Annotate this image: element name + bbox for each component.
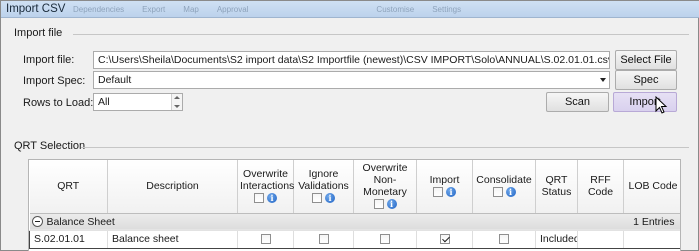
cell-qrt[interactable]: S.02.01.01	[29, 229, 108, 249]
spec-button[interactable]: Spec	[615, 70, 677, 90]
column-label: LOB Code	[628, 180, 678, 193]
column-label: Consolidate	[476, 174, 532, 187]
section-divider	[81, 147, 689, 148]
column-header-ignore-validations[interactable]: Ignore Validations i	[293, 160, 354, 214]
column-label: QRT	[57, 180, 80, 193]
bg-toolbar-item: Dependencies	[73, 5, 125, 14]
qrt-selection-section-label: QRT Selection	[14, 140, 86, 152]
import-file-path-input[interactable]: C:\Users\Sheila\Documents\S2 import data…	[93, 51, 610, 69]
column-label: Overwrite Interactions	[240, 168, 295, 193]
consolidate-checkbox[interactable]	[499, 234, 509, 245]
info-icon[interactable]: i	[386, 199, 397, 210]
select-file-button[interactable]: Select File	[615, 50, 677, 70]
cell-description[interactable]: Balance sheet	[107, 229, 238, 249]
import-file-label: Import file:	[23, 54, 75, 66]
info-icon[interactable]: i	[446, 187, 456, 198]
column-header-qrt[interactable]: QRT	[29, 160, 108, 214]
import-spec-label: Import Spec:	[23, 75, 86, 87]
spinner-icon[interactable]	[171, 94, 182, 110]
import-spec-dropdown[interactable]: Default	[93, 71, 610, 89]
info-icon[interactable]: i	[505, 187, 516, 198]
bg-toolbar-item: Customise	[376, 5, 415, 14]
column-header-overwrite-interactions[interactable]: Overwrite Interactions i	[237, 160, 295, 214]
group-name: Balance Sheet	[46, 215, 115, 228]
bg-toolbar-item: Export	[142, 5, 166, 14]
column-header-overwrite-non-monetary[interactable]: Overwrite Non-Monetary i	[353, 160, 417, 214]
group-row-balance-sheet[interactable]: Balance Sheet 1 Entries	[29, 213, 680, 231]
column-header-qrt-status[interactable]: QRT Status	[535, 160, 578, 214]
column-header-description[interactable]: Description	[107, 160, 238, 214]
rows-to-load-stepper[interactable]: All	[93, 93, 183, 111]
column-header-consolidate[interactable]: Consolidate i	[472, 160, 536, 214]
header-checkbox[interactable]	[492, 187, 503, 198]
window-title: Import CSV	[6, 3, 66, 15]
bg-toolbar-item: Settings	[432, 5, 462, 14]
header-checkbox[interactable]	[254, 193, 264, 204]
import-csv-window: Dependencies Export Map Approval Customi…	[0, 0, 699, 251]
chevron-down-icon[interactable]	[600, 78, 606, 82]
bg-toolbar-item: Map	[183, 5, 199, 14]
overwrite-non-monetary-checkbox[interactable]	[380, 234, 390, 245]
collapse-minus-icon[interactable]	[31, 216, 43, 228]
scan-button[interactable]: Scan	[546, 92, 609, 112]
column-label: RFF Code	[587, 174, 614, 199]
section-divider	[73, 34, 689, 35]
column-header-lob-code[interactable]: LOB Code	[623, 160, 680, 214]
cell-rff-code[interactable]	[577, 229, 624, 249]
column-label: Overwrite Non-Monetary	[362, 162, 408, 199]
rows-to-load-value: All	[98, 96, 110, 108]
info-icon[interactable]: i	[325, 193, 335, 204]
header-checkbox[interactable]	[373, 199, 384, 210]
rows-to-load-label: Rows to Load:	[23, 97, 94, 109]
overwrite-interactions-checkbox[interactable]	[260, 234, 271, 245]
cell-lob-code[interactable]	[623, 229, 680, 249]
column-label: QRT Status	[541, 174, 572, 199]
cell-qrt-status[interactable]: Included	[535, 229, 578, 249]
column-header-import[interactable]: Import i	[416, 160, 473, 214]
import-checkbox[interactable]	[439, 234, 450, 245]
column-label: Import	[429, 174, 460, 187]
qrt-grid: QRT Description Overwrite Interactions i…	[28, 159, 681, 251]
header-checkbox[interactable]	[433, 187, 443, 198]
group-entry-count: 1 Entries	[633, 215, 675, 228]
column-header-rff-code[interactable]: RFF Code	[577, 160, 624, 214]
column-label: Description	[146, 180, 199, 193]
table-row[interactable]: S.02.01.01 Balance sheet Included	[29, 229, 680, 249]
background-toolbar: Dependencies Export Map Approval Customi…	[73, 5, 461, 14]
mouse-pointer-icon	[655, 96, 668, 114]
header-checkbox[interactable]	[312, 193, 322, 204]
column-label: Ignore Validations	[298, 168, 349, 193]
import-file-section-label: Import file	[14, 27, 63, 39]
bg-toolbar-item: Approval	[216, 5, 249, 14]
info-icon[interactable]: i	[267, 193, 277, 204]
title-bar: Dependencies Export Map Approval Customi…	[1, 1, 699, 18]
ignore-validations-checkbox[interactable]	[318, 234, 329, 245]
import-spec-value: Default	[98, 74, 132, 86]
